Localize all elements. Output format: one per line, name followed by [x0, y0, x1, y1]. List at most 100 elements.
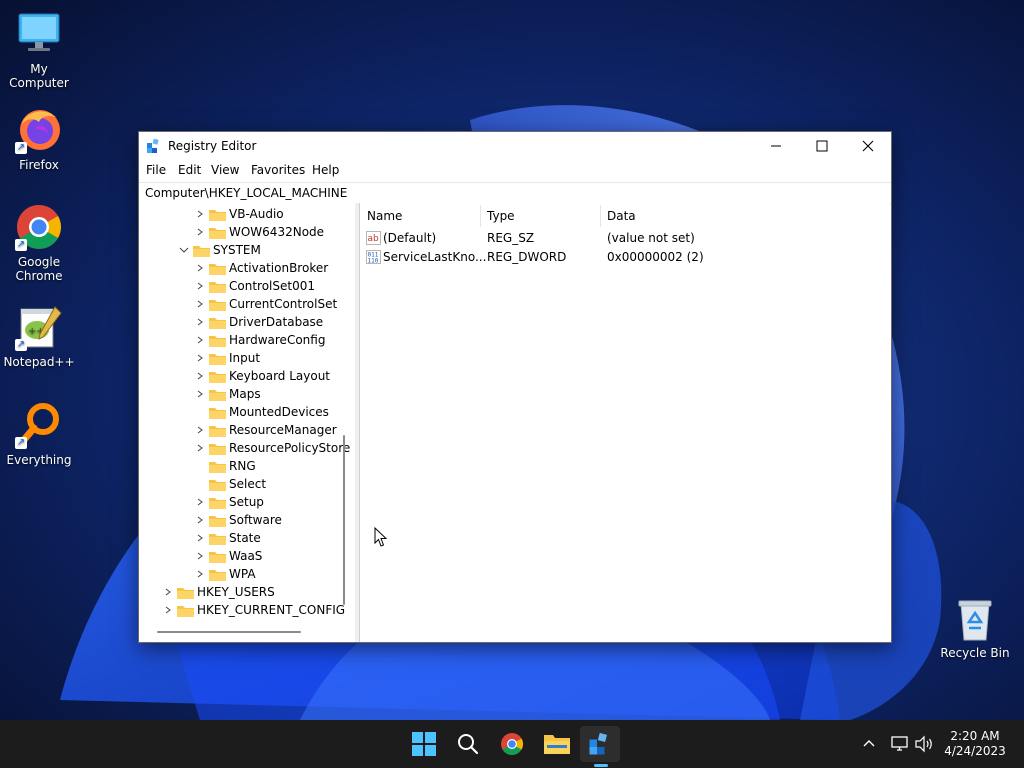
taskbar-chrome-button[interactable] — [492, 726, 532, 762]
expand-chevron-icon[interactable] — [195, 493, 205, 511]
mouse-cursor-icon — [374, 527, 388, 547]
value-row-servicelastknown[interactable]: 011 110 ServiceLastKno... REG_DWORD 0x000… — [360, 248, 880, 267]
desktop-icon-label: Notepad++ — [3, 355, 75, 369]
desktop-icon-firefox[interactable]: ↗ Firefox — [1, 106, 77, 172]
value-data: (value not set) — [607, 231, 695, 245]
menu-file[interactable]: File — [146, 163, 166, 177]
desktop-icon-label: Recycle Bin — [940, 646, 1010, 660]
desktop-icon-everything[interactable]: ↗ Everything — [1, 401, 77, 467]
value-name: ServiceLastKno... — [383, 250, 487, 264]
window-title: Registry Editor — [168, 139, 257, 153]
folder-icon — [209, 352, 226, 370]
registry-editor-window: Registry Editor File Edit View Favorites… — [138, 131, 892, 643]
desktop-icon-chrome[interactable]: ↗ Google Chrome — [1, 203, 77, 283]
expand-chevron-icon[interactable] — [195, 277, 205, 295]
desktop-icon-recycle-bin[interactable]: Recycle Bin — [940, 598, 1010, 660]
tree-node-label: State — [229, 531, 261, 545]
tree-horizontal-scrollbar[interactable] — [157, 631, 301, 633]
value-row-default[interactable]: ab (Default) REG_SZ (value not set) — [360, 229, 880, 248]
expand-chevron-icon[interactable] — [195, 511, 205, 529]
expand-chevron-icon[interactable] — [195, 259, 205, 277]
column-divider[interactable] — [480, 205, 481, 227]
svg-text:ab: ab — [368, 234, 380, 244]
recycle-bin-icon — [955, 598, 995, 642]
expand-chevron-icon[interactable] — [195, 385, 205, 403]
chrome-icon: ↗ — [15, 203, 63, 251]
maximize-button[interactable] — [799, 132, 845, 160]
shortcut-arrow-icon: ↗ — [15, 239, 27, 251]
expand-chevron-icon[interactable] — [195, 439, 205, 457]
monitor-icon — [15, 10, 63, 58]
column-header-data[interactable]: Data — [607, 209, 636, 223]
expand-chevron-icon[interactable] — [195, 295, 205, 313]
taskbar-search-button[interactable] — [448, 726, 488, 762]
desktop-icon-label: Google Chrome — [15, 255, 63, 283]
expand-chevron-icon[interactable] — [195, 565, 205, 583]
expand-chevron-icon[interactable] — [195, 529, 205, 547]
folder-icon — [209, 316, 226, 334]
tree-node-label: VB-Audio — [229, 207, 284, 221]
address-bar[interactable]: Computer\HKEY_LOCAL_MACHINE — [139, 182, 891, 204]
expand-chevron-icon[interactable] — [195, 421, 205, 439]
chrome-icon — [501, 733, 523, 755]
menu-view[interactable]: View — [211, 163, 239, 177]
value-type: REG_SZ — [487, 231, 535, 245]
minimize-button[interactable] — [753, 132, 799, 160]
address-path: Computer\HKEY_LOCAL_MACHINE — [145, 186, 348, 200]
menu-edit[interactable]: Edit — [178, 163, 201, 177]
folder-icon — [209, 298, 226, 316]
column-header-type[interactable]: Type — [487, 209, 515, 223]
desktop-icon-label: My Computer — [9, 62, 69, 90]
expand-chevron-icon[interactable] — [163, 583, 173, 601]
taskbar-registry-editor-button[interactable] — [580, 726, 620, 762]
network-icon[interactable] — [890, 734, 910, 754]
expand-chevron-icon[interactable] — [195, 223, 205, 241]
start-button[interactable] — [404, 726, 444, 762]
menu-help[interactable]: Help — [312, 163, 339, 177]
expand-chevron-icon[interactable] — [195, 349, 205, 367]
folder-icon — [209, 388, 226, 406]
system-clock[interactable]: 2:20 AM 4/24/2023 — [940, 729, 1010, 759]
folder-icon — [209, 478, 226, 496]
expand-chevron-icon[interactable] — [195, 313, 205, 331]
tree-node-label: WPA — [229, 567, 256, 581]
folder-icon — [177, 604, 194, 622]
desktop-icon-my-computer[interactable]: My Computer — [1, 10, 77, 90]
expand-chevron-icon[interactable] — [195, 367, 205, 385]
tree-node-label: Select — [229, 477, 267, 491]
clock-date: 4/24/2023 — [944, 744, 1006, 758]
tree-node-label: MountedDevices — [229, 405, 329, 419]
chevron-up-icon[interactable] — [862, 734, 876, 754]
collapse-chevron-icon[interactable] — [179, 241, 189, 259]
expand-chevron-icon[interactable] — [195, 205, 205, 223]
key-tree-pane[interactable]: VB-Audio WOW6432Node SYSTEM ActivationBr… — [139, 203, 356, 642]
folder-icon — [209, 280, 226, 298]
registry-editor-icon — [146, 138, 162, 157]
tree-vertical-scrollbar[interactable] — [343, 435, 345, 605]
column-header-name[interactable]: Name — [367, 209, 402, 223]
folder-icon — [209, 262, 226, 280]
expand-chevron-icon[interactable] — [195, 547, 205, 565]
folder-icon — [209, 460, 226, 478]
expand-chevron-icon[interactable] — [163, 601, 173, 619]
values-list-pane[interactable]: Name Type Data ab (Default) REG_SZ (valu… — [360, 203, 890, 641]
expand-chevron-icon[interactable] — [195, 331, 205, 349]
shortcut-arrow-icon: ↗ — [15, 142, 27, 154]
column-divider[interactable] — [600, 205, 601, 227]
menu-favorites[interactable]: Favorites — [251, 163, 305, 177]
active-app-indicator — [594, 764, 608, 767]
close-button[interactable] — [845, 132, 891, 160]
folder-icon — [209, 496, 226, 514]
volume-icon[interactable] — [914, 734, 936, 754]
value-type: REG_DWORD — [487, 250, 567, 264]
notepadpp-icon: ++ ↗ — [15, 303, 63, 351]
value-data: 0x00000002 (2) — [607, 250, 704, 264]
desktop-icon-notepadpp[interactable]: ++ ↗ Notepad++ — [1, 303, 77, 369]
tree-node-label: ResourcePolicyStore — [229, 441, 351, 455]
tree-node-label: Input — [229, 351, 261, 365]
tree-node-label: CurrentControlSet — [229, 297, 338, 311]
start-icon — [412, 732, 436, 756]
folder-icon — [209, 208, 226, 226]
title-bar[interactable]: Registry Editor — [139, 132, 891, 160]
taskbar-file-explorer-button[interactable] — [536, 726, 576, 762]
